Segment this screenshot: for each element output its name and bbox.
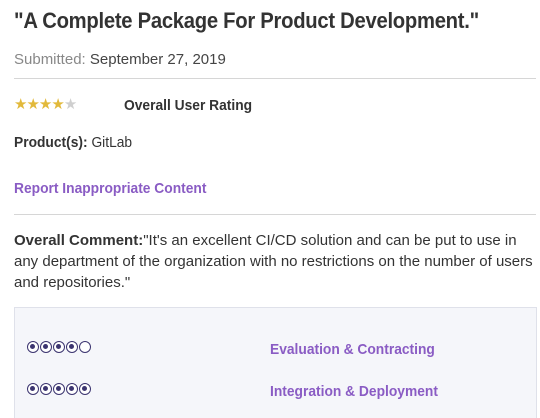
- products-row: Product(s): GitLab: [14, 134, 132, 151]
- metric-row: Integration & Deployment: [27, 383, 527, 403]
- divider: [14, 214, 536, 215]
- dot-filled-icon: [40, 383, 52, 395]
- metric-label-integration[interactable]: Integration & Deployment: [270, 383, 438, 400]
- dot-rating: [27, 341, 91, 353]
- dot-rating: [27, 383, 91, 395]
- dot-empty-icon: [79, 341, 91, 353]
- submitted-date: September 27, 2019: [89, 51, 226, 68]
- star-filled-icon: ★: [51, 96, 64, 113]
- products-value: GitLab: [91, 134, 133, 151]
- review-title: "A Complete Package For Product Developm…: [14, 8, 479, 33]
- dot-filled-icon: [79, 383, 91, 395]
- star-filled-icon: ★: [14, 96, 27, 113]
- metric-row: Evaluation & Contracting: [27, 341, 527, 361]
- dot-filled-icon: [66, 341, 78, 353]
- overall-comment: Overall Comment:"It's an excellent CI/CD…: [14, 230, 534, 293]
- products-label: Product(s):: [14, 134, 88, 151]
- star-filled-icon: ★: [38, 96, 52, 113]
- star-empty-icon: ★: [63, 96, 77, 113]
- star-filled-icon: ★: [26, 96, 39, 113]
- dot-filled-icon: [53, 341, 65, 353]
- dot-filled-icon: [40, 341, 52, 353]
- dot-filled-icon: [66, 383, 78, 395]
- metrics-panel: Evaluation & Contracting Integration & D…: [14, 307, 537, 418]
- rating-label: Overall User Rating: [124, 97, 253, 114]
- metric-label-evaluation[interactable]: Evaluation & Contracting: [270, 341, 435, 358]
- divider: [14, 78, 536, 79]
- star-rating: ★★★★★: [14, 95, 77, 113]
- submitted-info: Submitted: September 27, 2019: [14, 51, 226, 68]
- submitted-label: Submitted:: [14, 51, 86, 68]
- dot-filled-icon: [27, 383, 39, 395]
- dot-filled-icon: [53, 383, 65, 395]
- dot-filled-icon: [27, 341, 39, 353]
- report-content-link[interactable]: Report Inappropriate Content: [14, 180, 206, 197]
- comment-label: Overall Comment:: [14, 232, 144, 249]
